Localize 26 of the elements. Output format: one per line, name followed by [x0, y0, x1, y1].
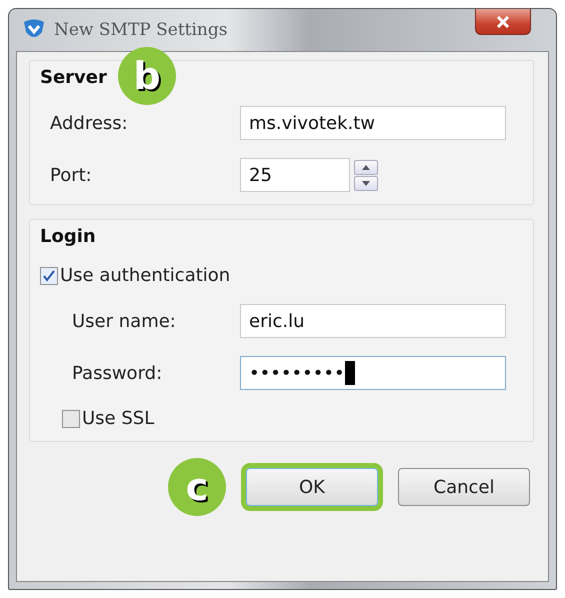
- spin-down-button[interactable]: [354, 176, 378, 190]
- checkbox[interactable]: [62, 410, 80, 428]
- text-cursor-icon: [344, 361, 355, 385]
- text-field[interactable]: eric.lu: [240, 304, 506, 338]
- group-heading: Server: [40, 67, 107, 88]
- close-icon: [496, 16, 510, 28]
- up-arrow-icon: [362, 164, 370, 170]
- text-field[interactable]: 25: [240, 158, 350, 192]
- spin-up-button[interactable]: [354, 160, 378, 174]
- text-field[interactable]: ms.vivotek.tw: [240, 106, 506, 140]
- field-label: Address:: [49, 112, 129, 134]
- window-title: New SMTP Settings: [54, 20, 228, 40]
- checkbox[interactable]: [40, 266, 58, 284]
- checkbox-label: Use authentication: [60, 265, 230, 286]
- close-button[interactable]: [475, 9, 531, 35]
- checkbox-label: Use SSL: [82, 408, 154, 429]
- callout-badge: b: [118, 47, 176, 105]
- callout-badge: c: [168, 458, 226, 516]
- field-label: User name:: [71, 310, 177, 332]
- down-arrow-icon: [362, 180, 370, 186]
- field-label: Password:: [71, 362, 164, 384]
- text-field[interactable]: •••••••••: [240, 356, 506, 390]
- group-heading: Login: [40, 226, 96, 247]
- dialog-button[interactable]: Cancel: [398, 468, 530, 506]
- field-label: Port:: [49, 164, 93, 186]
- checkmark-icon: [43, 270, 55, 282]
